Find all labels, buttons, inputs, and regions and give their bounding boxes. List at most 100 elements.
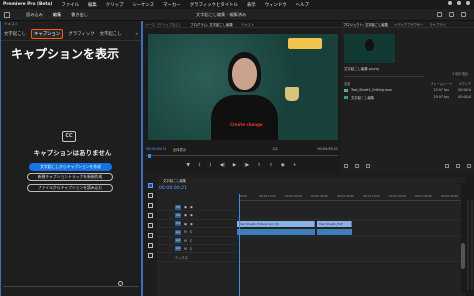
in-point-icon[interactable]: { [198,163,201,168]
track-header[interactable]: V1 ▣ ◉ [157,220,237,228]
track-header[interactable]: A2 M S [157,237,237,245]
track-header[interactable]: V3 ▣ ◉ [157,203,237,211]
menu-help[interactable]: ヘルプ [296,2,309,8]
import-captions-button[interactable]: ファイルからキャプションを読み込む [27,184,113,192]
list-item[interactable]: Test_Sheet1_Editing.mov 29.97 fps 00:00:… [344,87,471,93]
quick-export-icon[interactable] [449,12,454,17]
add-icon[interactable]: + [293,163,297,168]
camera-icon[interactable]: ◉ [281,163,285,168]
mute-icon[interactable]: M [184,239,187,243]
mute-icon[interactable]: M [184,247,187,251]
tab-transcript-2[interactable]: 文字起こし [100,31,122,37]
pen-tool-icon[interactable] [147,233,153,238]
create-captions-button[interactable]: 文字起こしからキャプションを作成 [29,163,112,171]
home-icon[interactable] [4,11,10,18]
track-header[interactable]: V2 ▣ ◉ [157,211,237,219]
track-label[interactable]: V1 [175,221,181,227]
solo-icon[interactable]: S [190,239,192,243]
tab-project[interactable]: プロジェクト: 文字起こし編集 [343,22,388,27]
lock-icon[interactable]: ▣ [184,213,187,217]
track-header[interactable]: A3 M S [157,245,237,253]
scrollbar-thumb[interactable] [461,243,465,269]
tab-text[interactable]: テキスト [241,22,254,27]
workspaces-icon[interactable] [437,12,442,17]
mute-icon[interactable]: M [184,230,187,234]
monitor-scrubber[interactable] [146,154,338,159]
menu-window[interactable]: ウィンドウ [265,2,287,8]
playhead-marker[interactable] [148,154,151,158]
step-forward-icon[interactable]: |▶ [244,163,249,168]
video-frame[interactable]: Create change [148,34,338,140]
menu-file[interactable]: ファイル [61,2,79,8]
tab-libraries[interactable]: ライブラリ [429,22,445,27]
track-area[interactable] [237,228,465,237]
play-icon[interactable]: ▶ [233,163,236,168]
tab-edit[interactable]: 編集 [53,12,61,18]
column-name[interactable]: 名前 [344,81,350,86]
solo-icon[interactable]: S [190,230,192,234]
resolution-select[interactable]: 1/2 [272,147,277,151]
video-clip[interactable]: Test_Sheet1_Editing.mov [V] [237,220,315,227]
track-area[interactable] [237,203,465,211]
time-ruler[interactable]: 00:00 00:00:15:00 00:00:30:00 00:00:45:0… [239,194,465,201]
razor-tool-icon[interactable] [147,213,153,218]
track-label[interactable]: A2 [175,238,181,244]
timeline-timecode[interactable]: 00:00:00:21 [159,186,187,191]
track-label[interactable]: V3 [175,204,181,210]
track-area[interactable] [237,211,465,220]
timeline-playhead[interactable] [239,194,240,296]
zoom-knob-icon[interactable] [118,281,123,286]
track-area[interactable]: Test_Sheet1_Editing.mov [V] Test_Sheet1_… [237,219,465,228]
selection-tool-icon[interactable] [147,183,153,188]
tab-media-browser[interactable]: メディアブラウザー [394,22,423,27]
list-view-icon[interactable] [355,164,359,168]
audio-clip[interactable] [237,229,315,236]
control-center-icon[interactable] [466,1,470,5]
ripple-edit-icon[interactable] [147,203,153,208]
more-tabs-icon[interactable]: » [135,32,138,37]
eye-icon[interactable]: ◉ [190,222,193,226]
project-thumbnail[interactable] [344,34,395,63]
menu-marker[interactable]: マーカー [163,2,181,8]
trash-icon[interactable] [467,164,471,168]
track-label[interactable]: V2 [175,212,181,218]
track-select-icon[interactable] [147,193,153,198]
type-tool-icon[interactable] [147,253,153,258]
hand-tool-icon[interactable] [147,243,153,248]
new-caption-track-button[interactable]: 新規キャプショントラックを新規作成 [27,173,113,181]
current-timecode[interactable]: 00:00:00:21 [146,147,167,151]
track-header[interactable]: ミックス [157,253,237,261]
track-area[interactable] [237,236,465,245]
tab-transcript[interactable]: 文字起こし [4,31,26,37]
eye-icon[interactable]: ◉ [190,205,193,209]
fit-select[interactable]: 全体表示 [173,147,187,152]
step-back-icon[interactable]: ◀| [220,163,225,168]
tab-captions[interactable]: キャプション [30,29,64,39]
solo-icon[interactable]: S [190,247,192,251]
column-fps[interactable]: フレームレート [430,81,452,86]
lift-icon[interactable]: ⇧ [257,163,261,168]
tab-graphics[interactable]: グラフィック [68,31,94,37]
menu-clip[interactable]: クリップ [106,2,124,8]
out-point-icon[interactable]: } [209,163,212,168]
search-icon[interactable] [457,1,461,5]
icon-view-icon[interactable] [366,164,370,168]
menu-graphics[interactable]: グラフィックとタイトル [190,2,238,8]
lock-icon[interactable] [344,164,348,168]
lock-icon[interactable]: ▣ [184,205,187,209]
track-label[interactable]: A1 [175,229,181,235]
menu-edit[interactable]: 編集 [88,2,97,8]
track-label[interactable]: A3 [175,246,181,252]
tab-export[interactable]: 書き出し [71,12,88,18]
tab-import[interactable]: 読み込み [26,12,43,18]
timeline-scrollbar[interactable] [461,183,465,293]
track-header[interactable]: A1 M S [157,228,237,236]
new-item-icon[interactable] [456,164,460,168]
column-media[interactable]: メディア [458,81,471,86]
eye-icon[interactable]: ◉ [190,213,193,217]
tab-program[interactable]: プログラム: 文字起こし編集 [190,22,233,27]
tab-sequence[interactable]: 文字起こし編集 [163,178,186,183]
project-search-input[interactable] [344,71,424,77]
track-area[interactable] [237,244,465,253]
lock-icon[interactable]: ▣ [184,222,187,226]
